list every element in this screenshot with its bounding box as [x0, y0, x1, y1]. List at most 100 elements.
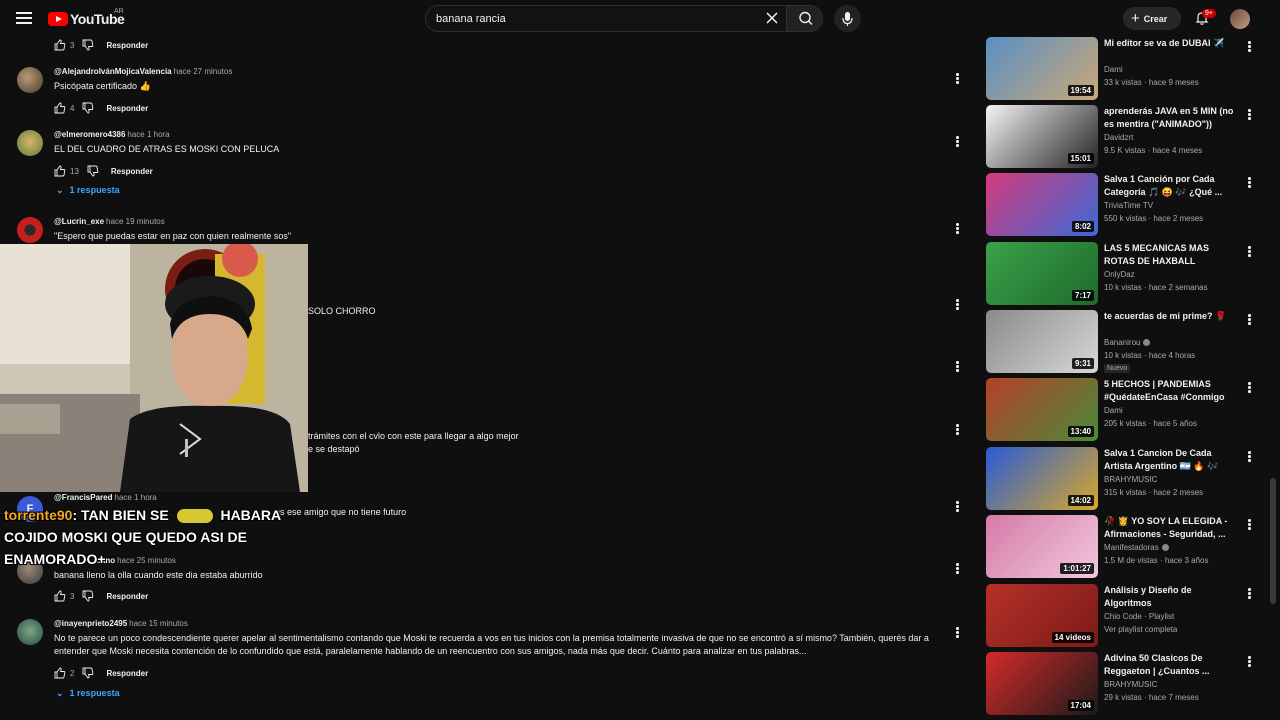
comment-time[interactable]: hace 1 hora — [115, 493, 157, 502]
recommended-video[interactable]: 14:02 Salva 1 Cancion De Cada Artista Arg… — [986, 447, 1266, 511]
video-title[interactable]: 🥀 👸 YO SOY LA ELEGIDA - Afirmaciones - S… — [1104, 515, 1240, 541]
recommended-video[interactable]: 7:17 LAS 5 MECANICAS MAS ROTAS DE HAXBALL… — [986, 242, 1266, 306]
comment-time[interactable]: hace 1 hora — [127, 130, 169, 139]
page-scrollbar[interactable] — [1270, 478, 1276, 604]
comment-more-icon[interactable] — [952, 221, 962, 235]
video-thumbnail[interactable]: 9:31 — [986, 310, 1098, 373]
comment-more-icon[interactable] — [952, 499, 962, 513]
video-title[interactable]: LAS 5 MECANICAS MAS ROTAS DE HAXBALL — [1104, 242, 1240, 268]
reply-button[interactable]: Responder — [106, 592, 148, 601]
like-icon[interactable] — [54, 590, 66, 602]
comment-time[interactable]: hace 19 minutos — [106, 217, 165, 226]
recommended-video[interactable]: 14 videos Análisis y Diseño de Algoritmos… — [986, 584, 1266, 648]
show-replies-button[interactable]: ⌄ 1 respuesta — [56, 688, 120, 699]
comment-author[interactable]: @inayenprieto2495 — [54, 619, 127, 628]
reply-button[interactable]: Responder — [111, 167, 153, 176]
video-thumbnail[interactable]: 8:02 — [986, 173, 1098, 236]
dislike-icon[interactable] — [82, 102, 94, 114]
create-button[interactable]: + Crear — [1123, 7, 1181, 30]
comment-time[interactable]: hace 27 minutos — [174, 67, 233, 76]
video-thumbnail[interactable]: 17:04 — [986, 652, 1098, 715]
video-channel[interactable]: BRAHYMUSIC — [1104, 475, 1157, 484]
reply-button[interactable]: Responder — [106, 104, 148, 113]
video-more-icon[interactable] — [1244, 380, 1254, 394]
video-channel[interactable]: Dami — [1104, 406, 1123, 415]
dislike-icon[interactable] — [87, 165, 99, 177]
commenter-avatar[interactable] — [17, 130, 43, 156]
comment-more-icon[interactable] — [952, 71, 962, 85]
video-thumbnail[interactable]: 15:01 — [986, 105, 1098, 168]
video-channel[interactable]: Chio Code · Playlist — [1104, 612, 1174, 621]
show-replies-button[interactable]: ⌄ 1 respuesta — [56, 185, 120, 196]
video-channel[interactable]: OnlyDaz — [1104, 270, 1135, 279]
comment-more-icon[interactable] — [952, 422, 962, 436]
video-title[interactable]: te acuerdas de mi prime? 🌹 — [1104, 310, 1240, 323]
video-title[interactable]: Mi editor se va de DUBAI ✈️ — [1104, 37, 1240, 50]
comment-more-icon[interactable] — [952, 561, 962, 575]
video-more-icon[interactable] — [1244, 107, 1254, 121]
video-thumbnail[interactable]: 14 videos — [986, 584, 1098, 647]
like-icon[interactable] — [54, 102, 66, 114]
video-thumbnail[interactable]: 1:01:27 — [986, 515, 1098, 578]
dislike-icon[interactable] — [82, 667, 94, 679]
comment-more-icon[interactable] — [952, 134, 962, 148]
recommended-video[interactable]: 8:02 Salva 1 Canción por Cada Categoría 🎵… — [986, 173, 1266, 237]
comment-author[interactable]: @AlejandroIvánMojicaValencia — [54, 67, 172, 76]
recommended-video[interactable]: 17:04 Adivina 50 Clasicos De Reggaeton | … — [986, 652, 1266, 716]
recommended-video[interactable]: 9:31 te acuerdas de mi prime? 🌹 Bananirou 1… — [986, 310, 1266, 374]
recommended-video[interactable]: 1:01:27 🥀 👸 YO SOY LA ELEGIDA - Afirmacio… — [986, 515, 1266, 579]
comment-more-icon[interactable] — [952, 359, 962, 373]
video-title[interactable]: Análisis y Diseño de Algoritmos — [1104, 584, 1240, 610]
video-thumbnail[interactable]: 13:40 — [986, 378, 1098, 441]
video-title[interactable]: Salva 1 Cancion De Cada Artista Argentin… — [1104, 447, 1240, 473]
video-channel[interactable]: TriviaTime TV — [1104, 201, 1153, 210]
video-more-icon[interactable] — [1244, 517, 1254, 531]
comment-more-icon[interactable] — [952, 625, 962, 639]
video-more-icon[interactable] — [1244, 175, 1254, 189]
video-channel[interactable]: Davidzrt — [1104, 133, 1133, 142]
video-more-icon[interactable] — [1244, 586, 1254, 600]
commenter-avatar[interactable] — [17, 619, 43, 645]
video-channel[interactable]: Dami — [1104, 65, 1123, 74]
commenter-avatar[interactable] — [17, 217, 43, 243]
video-more-icon[interactable] — [1244, 449, 1254, 463]
video-title[interactable]: Salva 1 Canción por Cada Categoría 🎵 😝 🎶… — [1104, 173, 1240, 199]
clear-search-icon[interactable] — [764, 10, 780, 26]
search-input[interactable] — [426, 6, 766, 31]
video-more-icon[interactable] — [1244, 312, 1254, 326]
recommended-video[interactable]: 15:01 aprenderás JAVA en 5 MIN (no es men… — [986, 105, 1266, 169]
video-channel[interactable]: Manifestadoras — [1104, 543, 1169, 552]
video-channel[interactable]: BRAHYMUSIC — [1104, 680, 1157, 689]
video-thumbnail[interactable]: 19:54 — [986, 37, 1098, 100]
comment-more-icon[interactable] — [952, 297, 962, 311]
search-button[interactable] — [786, 6, 822, 31]
video-more-icon[interactable] — [1244, 39, 1254, 53]
video-title[interactable]: aprenderás JAVA en 5 MIN (no es mentira … — [1104, 105, 1240, 131]
comment-author[interactable]: @Lucrin_exe — [54, 217, 104, 226]
recommended-video[interactable]: 13:40 5 HECHOS | PANDEMIAS #QuédateEnCasa… — [986, 378, 1266, 442]
video-thumbnail[interactable]: 14:02 — [986, 447, 1098, 510]
video-more-icon[interactable] — [1244, 244, 1254, 258]
voice-search-button[interactable] — [834, 5, 861, 32]
user-avatar[interactable] — [1230, 9, 1250, 29]
dislike-icon[interactable] — [82, 39, 94, 51]
dislike-icon[interactable] — [82, 590, 94, 602]
reply-button[interactable]: Responder — [106, 669, 148, 678]
video-thumbnail[interactable]: 7:17 — [986, 242, 1098, 305]
video-channel[interactable]: Bananirou — [1104, 338, 1151, 347]
reply-button[interactable]: Responder — [106, 41, 148, 50]
video-more-icon[interactable] — [1244, 654, 1254, 668]
video-title[interactable]: 5 HECHOS | PANDEMIAS #QuédateEnCasa #Con… — [1104, 378, 1240, 404]
comment-author[interactable]: @elmeromero4386 — [54, 130, 125, 139]
chat-username: torrente90 — [4, 507, 73, 523]
like-icon[interactable] — [54, 39, 66, 51]
like-icon[interactable] — [54, 165, 66, 177]
video-title[interactable]: Adivina 50 Clasicos De Reggaeton | ¿Cuan… — [1104, 652, 1240, 678]
commenter-avatar[interactable] — [17, 67, 43, 93]
menu-icon[interactable] — [16, 12, 32, 24]
comment-author[interactable]: @FrancisPared — [54, 493, 113, 502]
comment-time[interactable]: hace 15 minutos — [129, 619, 188, 628]
recommended-video[interactable]: 19:54 Mi editor se va de DUBAI ✈️ Dami 33 k… — [986, 37, 1266, 101]
like-icon[interactable] — [54, 667, 66, 679]
youtube-logo[interactable]: YouTube — [48, 11, 125, 27]
